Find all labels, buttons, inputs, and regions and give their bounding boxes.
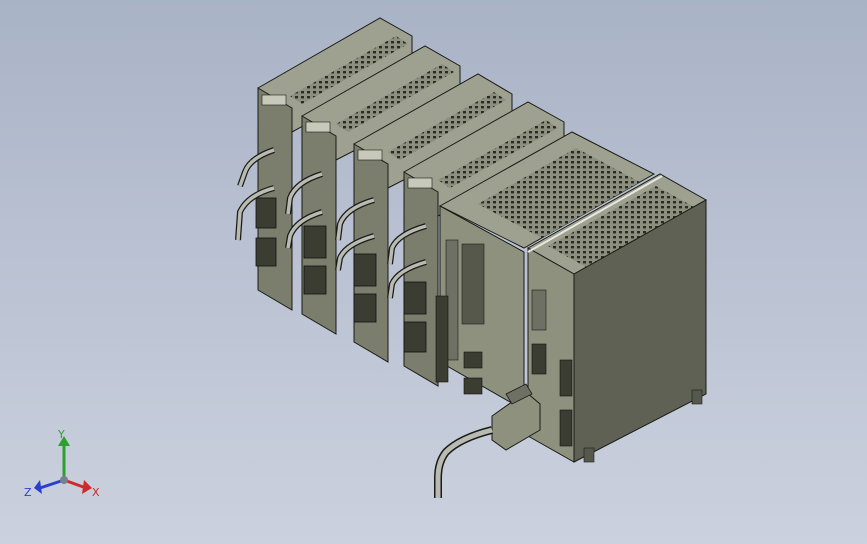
z-axis-arrow xyxy=(34,480,42,494)
z-axis-label: Z xyxy=(24,486,32,499)
x-axis-label: X xyxy=(92,486,100,499)
servo-drive-assembly-model[interactable] xyxy=(0,0,867,544)
x-axis-arrow xyxy=(82,480,92,494)
y-axis-label: Y xyxy=(57,428,65,441)
connector-plug[interactable] xyxy=(434,383,541,498)
cad-viewport[interactable]: Y Z X xyxy=(0,0,867,544)
triad-origin xyxy=(60,476,68,484)
orientation-triad[interactable]: Y Z X xyxy=(22,428,112,508)
